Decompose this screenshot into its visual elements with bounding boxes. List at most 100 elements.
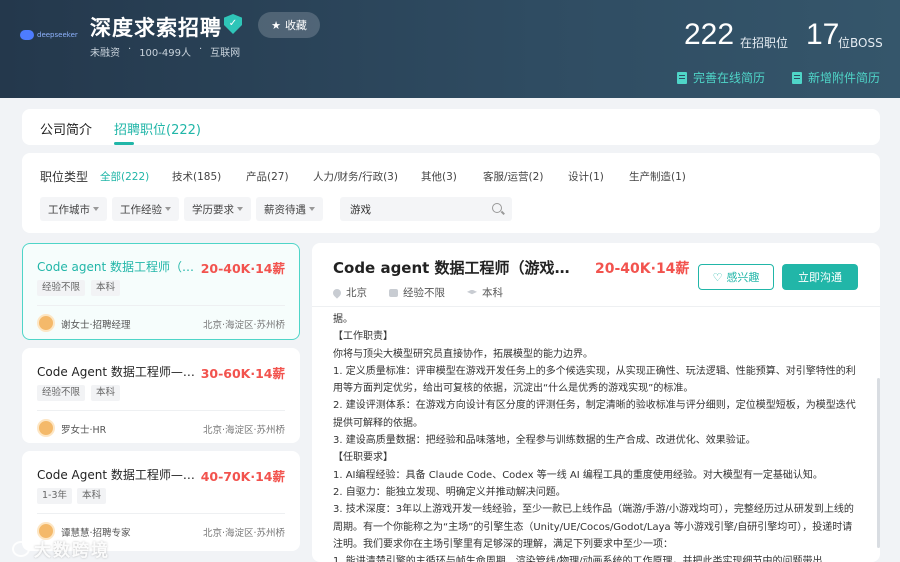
detail-job-title: Code agent 数据工程师（游戏开发…: [333, 259, 583, 277]
job-title: Code agent 数据工程师（游戏开发…: [37, 260, 202, 274]
description-line: 3. 建设高质量数据：把经验和品味落地，全程参与训练数据的生产合成、改进优化、效…: [333, 435, 756, 447]
detail-education: 本科: [467, 285, 503, 300]
category-service-ops[interactable]: 客服/运营(2): [483, 169, 543, 184]
detail-experience-text: 经验不限: [403, 287, 445, 299]
education-dropdown[interactable]: 学历要求: [184, 197, 251, 221]
category-other[interactable]: 其他(3): [421, 169, 457, 184]
city-dropdown-label: 工作城市: [48, 203, 90, 216]
detail-education-text: 本科: [482, 287, 503, 299]
detail-scrollbar[interactable]: [877, 378, 880, 548]
recruiter-name: 罗女士·HR: [61, 425, 107, 436]
job-location: 北京·海淀区·苏州桥: [202, 425, 285, 436]
recruiter-avatar: [37, 314, 55, 332]
job-title: Code Agent 数据工程师——游…: [37, 468, 202, 482]
complete-resume-link[interactable]: 完善在线简历: [677, 69, 765, 86]
favorite-button[interactable]: ★ 收藏: [258, 12, 320, 38]
attachment-doc-icon: [792, 71, 802, 84]
experience-dropdown[interactable]: 工作经验: [112, 197, 179, 221]
active-tab-indicator: [114, 142, 134, 145]
verified-shield-icon: ✓: [224, 14, 242, 34]
description-heading: 【工作职责】: [333, 331, 393, 343]
job-filters: 职位类型 全部(222) 技术(185) 产品(27) 人力/财务/行政(3) …: [22, 153, 880, 233]
job-tag: 1-3年: [37, 488, 73, 504]
industry: 互联网: [210, 48, 241, 59]
boss-count: 17: [806, 18, 840, 51]
category-manufacturing[interactable]: 生产制造(1): [629, 169, 686, 184]
description-line: 你将与顶尖大模型研究员直接协作，拓展模型的能力边界。: [333, 348, 593, 360]
card-divider: [37, 305, 285, 306]
description-line: 1. 能讲清楚引擎的主循环与帧生命周期、渲染管线/物理/动画系统的工作原理，并把…: [333, 556, 823, 562]
category-design[interactable]: 设计(1): [568, 169, 604, 184]
chat-now-button[interactable]: 立即沟通: [782, 264, 858, 290]
category-product[interactable]: 产品(27): [246, 169, 289, 184]
search-input[interactable]: [340, 197, 480, 221]
interested-label: 感兴趣: [726, 271, 760, 284]
category-hr-finance[interactable]: 人力/财务/行政(3): [313, 169, 398, 184]
company-name: 深度求索招聘: [90, 16, 222, 40]
description-heading: 【任职要求】: [333, 452, 393, 464]
logo-mark-icon: [20, 30, 34, 40]
star-icon: ★: [271, 18, 281, 32]
recruiter-avatar: [37, 419, 55, 437]
education-dropdown-label: 学历要求: [192, 203, 234, 216]
salary-dropdown[interactable]: 薪资待遇: [256, 197, 323, 221]
job-location: 北京·海淀区·苏州桥: [202, 320, 285, 331]
card-divider: [37, 410, 285, 411]
funding-stage: 未融资: [90, 48, 120, 59]
location-pin-icon: [331, 286, 343, 299]
description-line: 据。: [333, 314, 353, 325]
company-meta: 未融资 · 100-499人 · 互联网: [90, 44, 240, 59]
job-tag: 本科: [77, 488, 107, 504]
watermark-logo-icon: [12, 540, 30, 557]
city-dropdown[interactable]: 工作城市: [40, 197, 107, 221]
job-tag: 本科: [91, 280, 121, 296]
logo-text: deepseeker: [37, 31, 78, 39]
tab-job-openings[interactable]: 招聘职位(222): [114, 119, 201, 138]
description-line: 2. 建设评测体系：在游戏方向设计有区分度的评测任务，制定清晰的验收标准与评分细…: [333, 400, 856, 429]
heart-icon: ♡: [712, 270, 723, 284]
company-logo: deepseeker: [20, 30, 78, 40]
chevron-down-icon: [93, 207, 99, 211]
description-line: 1. 定义质量标准：评审模型在游戏开发任务上的多个候选实现，从实现正确性、玩法逻…: [333, 365, 856, 395]
job-salary: 20-40K·14薪: [200, 261, 285, 276]
job-search: [340, 197, 512, 221]
company-header: deepseeker 深度求索招聘 ✓ ★ 收藏 未融资 · 100-499人 ·…: [0, 0, 900, 98]
job-salary: 40-70K·14薪: [200, 469, 285, 484]
detail-experience: 经验不限: [389, 285, 445, 300]
detail-meta: 北京 经验不限 本科: [331, 285, 503, 300]
description-line: 3. 技术深度：3年以上游戏开发一线经验，至少一款已上线作品（端游/手游/小游戏…: [333, 504, 854, 550]
resume-doc-icon: [677, 71, 687, 84]
job-card[interactable]: Code Agent 数据工程师—游戏… 30-60K·14薪 经验不限 本科 …: [22, 348, 300, 443]
job-tag: 经验不限: [37, 280, 86, 296]
search-icon[interactable]: [492, 203, 502, 213]
experience-dropdown-label: 工作经验: [120, 203, 162, 216]
job-title: Code Agent 数据工程师—游戏…: [37, 365, 202, 379]
job-salary: 30-60K·14薪: [200, 366, 285, 381]
chevron-down-icon: [237, 207, 243, 211]
job-tag: 经验不限: [37, 385, 86, 401]
detail-city: 北京: [331, 285, 367, 300]
detail-city-text: 北京: [346, 287, 367, 299]
jobs-label: 在招职位: [740, 36, 789, 50]
job-tag: 本科: [91, 385, 121, 401]
salary-dropdown-label: 薪资待遇: [264, 203, 306, 216]
filter-title: 职位类型: [40, 170, 89, 184]
job-detail-panel: Code agent 数据工程师（游戏开发… 20-40K·14薪 ♡ 感兴趣 立…: [312, 243, 880, 562]
category-tech[interactable]: 技术(185): [172, 169, 221, 184]
meta-dot: ·: [128, 44, 132, 55]
watermark: 大数跨境: [12, 536, 110, 561]
meta-dot: ·: [198, 44, 203, 55]
tab-company-intro[interactable]: 公司简介: [40, 119, 92, 138]
description-line: 2. 自驱力：能独立发现、明确定义并推动解决问题。: [333, 486, 566, 498]
detail-salary: 20-40K·14薪: [595, 261, 690, 277]
job-card[interactable]: Code agent 数据工程师（游戏开发… 20-40K·14薪 经验不限 本…: [22, 243, 300, 340]
jobs-count: 222: [684, 18, 735, 51]
interested-button[interactable]: ♡ 感兴趣: [698, 264, 774, 290]
add-attachment-label: 新增附件简历: [808, 71, 881, 85]
job-location: 北京·海淀区·苏州桥: [202, 528, 285, 539]
watermark-text: 大数跨境: [34, 541, 110, 561]
recruiter-name: 谢女士·招聘经理: [61, 320, 131, 331]
description-line: 1. AI编程经验：具备 Claude Code、Codex 等一线 AI 编程…: [333, 469, 823, 481]
category-all[interactable]: 全部(222): [100, 169, 149, 184]
add-attachment-link[interactable]: 新增附件简历: [792, 69, 880, 86]
